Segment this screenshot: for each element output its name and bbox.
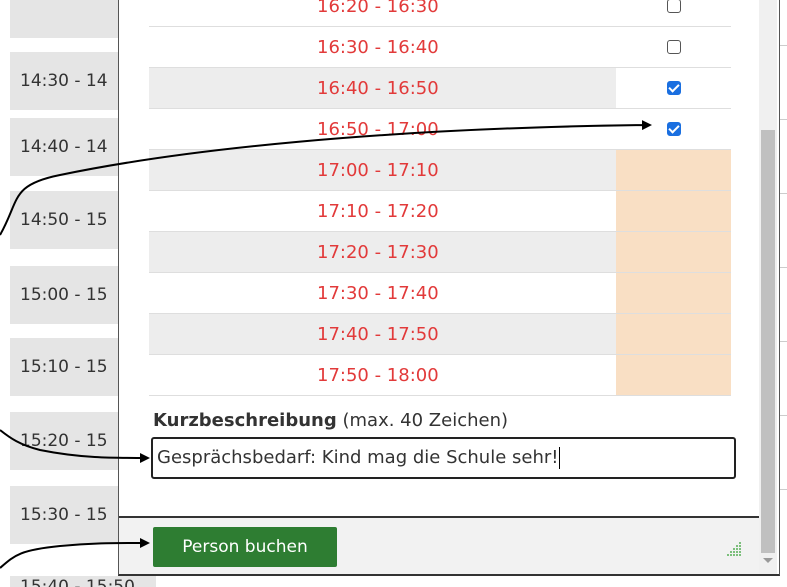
slot-time: 16:20 - 16:30	[317, 0, 439, 17]
slot-row: 16:50 - 17:00	[149, 109, 731, 150]
slot-blocked-cell	[616, 191, 731, 231]
slot-time: 17:30 - 17:40	[317, 282, 439, 304]
dialog-body: 16:20 - 16:30 16:30 - 16:40 16:40 - 16:5…	[119, 0, 759, 514]
background-row: 14:50 - 15	[10, 191, 128, 249]
slot-blocked-cell	[616, 355, 731, 395]
slot-row: 16:30 - 16:40	[149, 27, 731, 68]
background-row: 15:30 - 15	[10, 486, 128, 544]
background-row: 15:10 - 15	[10, 338, 128, 396]
description-label: Kurzbeschreibung (max. 40 Zeichen)	[153, 410, 508, 431]
resize-grip-icon[interactable]	[723, 538, 743, 558]
background-schedule: 14:30 - 14 14:40 - 14 14:50 - 15 15:00 -…	[0, 0, 128, 587]
slot-row: 17:30 - 17:40	[149, 273, 731, 314]
booking-dialog: 16:20 - 16:30 16:30 - 16:40 16:40 - 16:5…	[118, 0, 780, 576]
slot-row: 17:20 - 17:30	[149, 232, 731, 273]
dialog-footer: Person buchen	[119, 516, 759, 574]
description-input-value: Gesprächsbedarf: Kind mag die Schule seh…	[157, 447, 559, 468]
slot-check-cell	[616, 68, 731, 108]
slot-blocked-cell	[616, 314, 731, 354]
slot-blocked-cell	[616, 232, 731, 272]
slot-row: 17:40 - 17:50	[149, 314, 731, 355]
slot-checkbox[interactable]	[666, 40, 681, 54]
slot-time: 16:40 - 16:50	[149, 68, 616, 108]
text-caret	[559, 447, 561, 469]
description-label-title: Kurzbeschreibung	[153, 410, 337, 431]
slot-time: 17:00 - 17:10	[149, 150, 616, 190]
scroll-down-arrow-icon[interactable]	[763, 558, 773, 563]
slot-checkbox[interactable]	[666, 0, 681, 13]
slot-time: 17:50 - 18:00	[317, 364, 439, 386]
slot-time: 17:10 - 17:20	[317, 200, 439, 222]
background-row: 15:00 - 15	[10, 266, 128, 324]
background-row: 15:20 - 15	[10, 412, 128, 470]
slot-row: 17:00 - 17:10	[149, 150, 731, 191]
slot-check-cell	[616, 27, 731, 67]
slot-blocked-cell	[616, 150, 731, 190]
background-row	[10, 0, 128, 38]
slot-check-cell	[616, 109, 731, 149]
slot-time: 17:20 - 17:30	[149, 232, 616, 272]
slot-table: 16:20 - 16:30 16:30 - 16:40 16:40 - 16:5…	[149, 0, 731, 396]
dialog-scrollbar[interactable]	[759, 0, 777, 574]
slot-row: 17:50 - 18:00	[149, 355, 731, 396]
slot-checkbox[interactable]	[666, 122, 681, 136]
slot-row: 17:10 - 17:20	[149, 191, 731, 232]
slot-row: 16:20 - 16:30	[149, 0, 731, 27]
book-person-button[interactable]: Person buchen	[153, 527, 337, 567]
background-row: 14:40 - 14	[10, 118, 128, 176]
description-label-hint: (max. 40 Zeichen)	[342, 410, 509, 431]
background-row-bottom: 15:40 - 15:50	[10, 576, 156, 587]
scrollbar-thumb[interactable]	[761, 130, 775, 553]
slot-time: 17:40 - 17:50	[149, 314, 616, 354]
slot-row: 16:40 - 16:50	[149, 68, 731, 109]
slot-check-cell	[616, 0, 731, 26]
slot-blocked-cell	[616, 273, 731, 313]
slot-time: 16:50 - 17:00	[317, 118, 439, 140]
background-row: 14:30 - 14	[10, 52, 128, 110]
description-input[interactable]: Gesprächsbedarf: Kind mag die Schule seh…	[151, 437, 736, 479]
slot-time: 16:30 - 16:40	[317, 36, 439, 58]
slot-checkbox[interactable]	[666, 81, 681, 95]
